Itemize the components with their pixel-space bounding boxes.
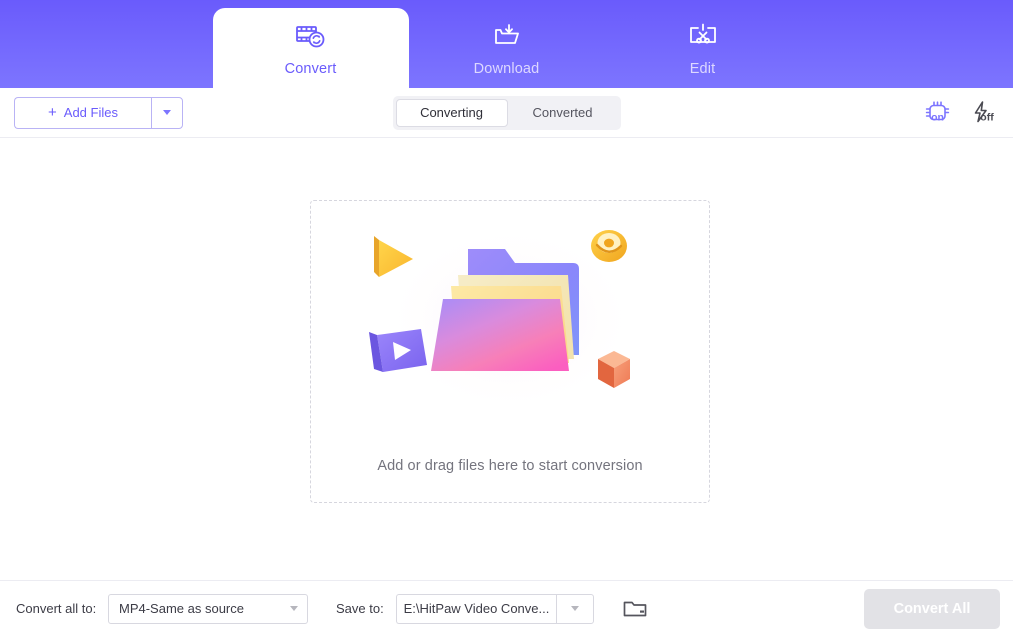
save-to-dropdown-button[interactable] (556, 593, 594, 624)
folder-icon (623, 601, 647, 616)
screen-scissors-icon (685, 20, 721, 54)
bottom-bar: Convert all to: MP4-Same as source Save … (0, 580, 1013, 636)
chevron-down-icon (163, 110, 171, 115)
video-card-shape (369, 329, 427, 372)
tab-convert-label: Convert (284, 60, 337, 77)
convert-all-button-label: Convert All (893, 600, 971, 617)
tab-edit-label: Edit (689, 60, 716, 77)
segment-converted[interactable]: Converted (508, 99, 618, 127)
status-filter-segmented-control: Converting Converted (392, 95, 621, 130)
hardware-acceleration-toggle[interactable]: on (921, 97, 955, 129)
film-refresh-icon (293, 20, 329, 54)
save-to-path[interactable]: E:\HitPaw Video Conve... (396, 593, 556, 624)
tab-edit[interactable]: Edit (605, 8, 801, 88)
file-dropzone[interactable]: Add or drag files here to start conversi… (310, 200, 710, 503)
add-files-group: + Add Files (14, 96, 183, 129)
front-folder-shape (431, 299, 569, 371)
tab-download-label: Download (473, 60, 540, 77)
chevron-down-icon (290, 606, 298, 611)
svg-text:on: on (931, 111, 944, 123)
output-format-select[interactable]: MP4-Same as source (108, 593, 308, 624)
chevron-down-icon (571, 606, 579, 611)
main-content: Add or drag files here to start conversi… (0, 138, 1013, 580)
gold-ring-shape (591, 230, 627, 262)
lightning-icon: off (974, 100, 994, 123)
toolbar-right-icons: on off (921, 97, 1001, 129)
add-files-label: Add Files (63, 105, 118, 120)
convert-all-to-label: Convert all to: (16, 601, 97, 616)
segment-converted-label: Converted (532, 105, 593, 120)
tab-convert[interactable]: Convert (212, 8, 409, 88)
add-files-dropdown-button[interactable] (151, 96, 183, 129)
tab-download[interactable]: Download (409, 8, 605, 88)
svg-text:off: off (980, 111, 994, 123)
browse-folder-button[interactable] (620, 595, 650, 623)
segment-converting[interactable]: Converting (395, 98, 508, 127)
folder-3d-illustration (355, 207, 665, 422)
output-format-value: MP4-Same as source (119, 601, 244, 616)
lossless-turbo-toggle[interactable]: off (967, 97, 1001, 129)
plus-icon: + (48, 104, 57, 121)
dropzone-hint-text: Add or drag files here to start conversi… (377, 458, 643, 474)
chip-icon: on (925, 100, 950, 123)
main-nav: Convert Download Edit (212, 0, 801, 88)
folder-download-icon (489, 20, 525, 54)
app-header: Convert Download Edit (0, 0, 1013, 88)
toolbar: + Add Files Converting Converted on off (0, 88, 1013, 138)
save-to-label: Save to: (336, 601, 384, 616)
save-to-path-text: E:\HitPaw Video Conve... (403, 601, 550, 616)
app-window: Convert Download Edit + Add Files Conver… (0, 0, 1013, 636)
segment-converting-label: Converting (420, 105, 483, 120)
convert-all-button[interactable]: Convert All (864, 588, 1000, 629)
save-to-group: E:\HitPaw Video Conve... (396, 593, 594, 624)
add-files-button[interactable]: + Add Files (14, 96, 151, 129)
